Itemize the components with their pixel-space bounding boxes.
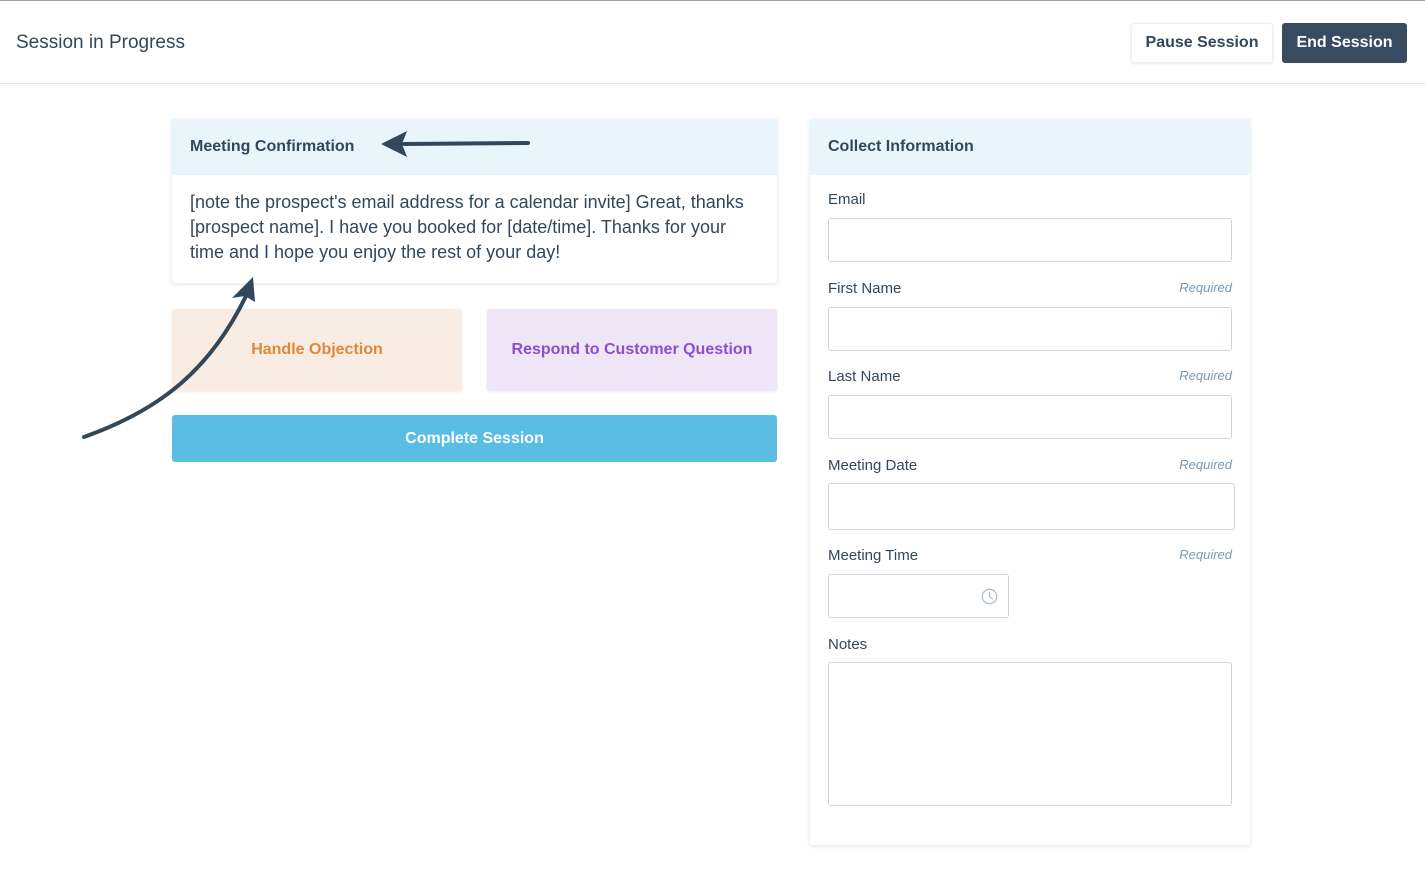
last-name-required: Required bbox=[1179, 368, 1232, 383]
first-name-label: First Name bbox=[828, 280, 902, 297]
meeting-time-label: Meeting Time bbox=[828, 547, 919, 564]
end-session-button[interactable]: End Session bbox=[1282, 23, 1407, 63]
last-name-label: Last Name bbox=[828, 368, 901, 385]
script-card: Meeting Confirmation [note the prospect'… bbox=[172, 119, 777, 283]
email-field[interactable] bbox=[828, 218, 1232, 262]
collect-information-card: Collect Information Email First Name Req… bbox=[810, 119, 1250, 845]
meeting-time-field[interactable] bbox=[828, 574, 1009, 618]
notes-field[interactable] bbox=[828, 662, 1232, 806]
top-bar: Session in Progress Pause Session End Se… bbox=[0, 0, 1425, 84]
complete-session-button[interactable]: Complete Session bbox=[172, 415, 777, 462]
email-label: Email bbox=[828, 191, 866, 208]
first-name-field[interactable] bbox=[828, 307, 1232, 351]
handle-objection-button[interactable]: Handle Objection bbox=[172, 309, 462, 391]
script-text: [note the prospect's email address for a… bbox=[190, 192, 744, 262]
clock-icon[interactable] bbox=[981, 588, 998, 605]
last-name-field[interactable] bbox=[828, 395, 1232, 439]
meeting-date-field[interactable] bbox=[828, 483, 1235, 530]
meeting-date-required: Required bbox=[1179, 457, 1232, 472]
notes-label: Notes bbox=[828, 636, 868, 653]
collect-information-title: Collect Information bbox=[810, 119, 1250, 175]
pause-session-button[interactable]: Pause Session bbox=[1131, 23, 1273, 63]
respond-question-button[interactable]: Respond to Customer Question bbox=[487, 309, 777, 391]
script-card-title: Meeting Confirmation bbox=[172, 119, 777, 175]
page-title: Session in Progress bbox=[16, 32, 185, 53]
meeting-date-label: Meeting Date bbox=[828, 457, 918, 474]
meeting-time-required: Required bbox=[1179, 547, 1232, 562]
first-name-required: Required bbox=[1179, 280, 1232, 295]
